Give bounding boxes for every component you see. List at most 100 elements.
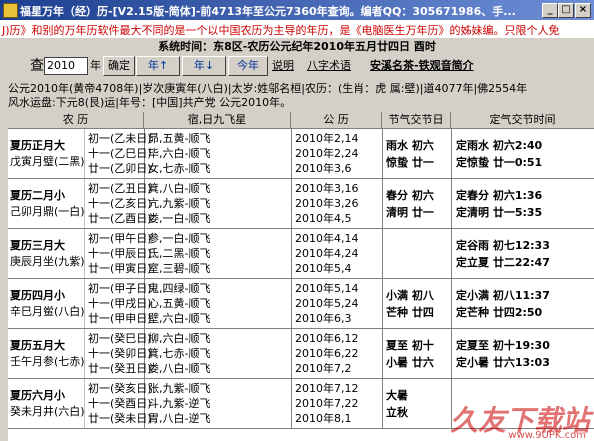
gregorian-date: 2010年3,26 — [295, 197, 359, 210]
solar-term: 惊蛰 廿一 — [386, 156, 434, 169]
system-time: 系统时间：东8区-农历公元纪年2010年五月廿四日 酉时 — [158, 40, 436, 53]
column-divider — [382, 179, 383, 228]
header-mansion: 宿,日九飞星 — [144, 112, 291, 129]
confirm-button[interactable]: 确定 — [103, 56, 135, 76]
column-divider — [84, 179, 85, 228]
month-ganzhi: 壬午月参(七赤) — [10, 355, 85, 368]
header-lunar: 农 历 — [8, 112, 144, 129]
gregorian-date: 2010年6,3 — [295, 312, 352, 325]
mansion-star: 亢,九紫-顺飞 — [148, 197, 211, 210]
month-ganzhi: 辛巳月鲎(八白) — [10, 305, 85, 318]
gregorian-date: 2010年6,12 — [295, 332, 359, 345]
maximize-button[interactable]: □ — [558, 3, 574, 18]
mansion-star: 壁,六白-顺飞 — [148, 312, 211, 325]
month-ganzhi: 庚辰月坐(九紫) — [10, 255, 85, 268]
solar-term: 清明 廿一 — [386, 206, 434, 219]
column-divider — [451, 229, 452, 278]
gregorian-date: 2010年7,22 — [295, 397, 359, 410]
lunar-day[interactable]: 十一(癸酉日) — [88, 397, 152, 410]
year-input[interactable]: 2010 — [44, 57, 88, 75]
lunar-day[interactable]: 初一(甲午日) — [88, 232, 152, 245]
month-ganzhi: 癸未月井(六白) — [10, 405, 85, 418]
solar-term: 小满 初八 — [386, 289, 434, 302]
lunar-day[interactable]: 十一(乙亥日) — [88, 197, 152, 210]
lunar-day[interactable]: 初一(癸巳日) — [88, 332, 152, 345]
gregorian-date: 2010年2,14 — [295, 132, 359, 145]
year-unit-label: 年 — [90, 59, 101, 72]
header-gregorian: 公 历 — [291, 112, 382, 129]
mansion-star: 娄,一白-顺飞 — [148, 212, 211, 225]
lunar-day[interactable]: 廿一(乙酉日) — [88, 212, 152, 225]
mansion-star: 张,九紫-顺飞 — [148, 382, 211, 395]
lunar-day[interactable]: 初一(癸亥日) — [88, 382, 152, 395]
year-down-button[interactable]: 年↓ — [182, 56, 226, 76]
column-divider — [451, 329, 452, 378]
solar-term: 雨水 初六 — [386, 139, 434, 152]
term-time: 定立夏 廿二22:47 — [456, 256, 550, 269]
year-up-button[interactable]: 年↑ — [136, 56, 180, 76]
term-time: 定小满 初八11:37 — [456, 289, 550, 302]
column-divider — [451, 129, 452, 178]
lunar-day[interactable]: 十一(甲辰日) — [88, 247, 152, 260]
gregorian-date: 2010年6,22 — [295, 347, 359, 360]
solar-term: 夏至 初十 — [386, 339, 434, 352]
month-group: 夏历正月大戊寅月璧(二黑) 初一(乙未日) 昴,五黄-顺飞 2010年2,14 十一(乙… — [8, 129, 594, 179]
term-time: 定夏至 初十19:30 — [456, 339, 550, 352]
column-divider — [84, 279, 85, 328]
mansion-star: 斗,九紫-逆飞 — [148, 397, 211, 410]
mansion-star: 鬼,四绿-顺飞 — [148, 282, 211, 295]
lunar-day[interactable]: 初一(乙未日) — [88, 132, 152, 145]
month-name: 夏历二月小 — [10, 189, 65, 202]
month-ganzhi: 己卯月鼎(一白) — [10, 205, 85, 218]
lunar-day[interactable]: 十一(乙巳日) — [88, 147, 152, 160]
column-divider — [291, 129, 292, 178]
month-ganzhi: 戊寅月璧(二黑) — [10, 155, 85, 168]
window-title: 福星万年（经）历-[V2.15版-简体]-前4713年至公元7360年查询。编者… — [20, 5, 516, 18]
month-name: 夏历正月大 — [10, 139, 65, 152]
column-divider — [291, 379, 292, 428]
mansion-star: 心,五黄-顺飞 — [148, 297, 211, 310]
column-divider — [451, 279, 452, 328]
mansion-star: 参,一白-顺飞 — [148, 232, 211, 245]
term-time: 定小暑 廿六13:03 — [456, 356, 550, 369]
column-divider — [451, 179, 452, 228]
gregorian-date: 2010年5,24 — [295, 297, 359, 310]
mansion-star: 柳,六白-顺飞 — [148, 332, 211, 345]
month-name: 夏历三月大 — [10, 239, 65, 252]
month-group: 夏历二月小 己卯月鼎(一白) 初一(乙丑日) 箕,八白-顺飞 2010年3,16 十一(乙… — [8, 179, 594, 229]
tea-intro-link[interactable]: 安溪名茶-铁观音简介 — [370, 58, 474, 74]
header-term-time: 定气交节时间 — [451, 112, 594, 129]
term-time: 定清明 廿一5:35 — [456, 206, 543, 219]
lunar-day[interactable]: 初一(甲子日) — [88, 282, 152, 295]
mansion-star: 女,七赤-顺飞 — [148, 162, 211, 175]
column-divider — [382, 329, 383, 378]
lunar-day[interactable]: 十一(甲戌日) — [88, 297, 152, 310]
gregorian-date: 2010年3,16 — [295, 182, 359, 195]
this-year-button[interactable]: 今年 — [228, 56, 268, 76]
lunar-day[interactable]: 廿一(癸丑日) — [88, 362, 152, 375]
term-time: 定芒种 廿四2:50 — [456, 306, 543, 319]
close-button[interactable]: × — [575, 3, 591, 18]
column-divider — [291, 229, 292, 278]
lunar-day[interactable]: 廿一(乙卯日) — [88, 162, 152, 175]
month-group: 夏历三月大 庚辰月坐(九紫) 初一(甲午日) 参,一白-顺飞 2010年4,14 十一(甲… — [8, 229, 594, 279]
gregorian-date: 2010年7,12 — [295, 382, 359, 395]
toolbar: 查 2010 年 确定 年↑ 年↓ 今年 说明 八字术语 安溪名茶-铁观音简介 — [0, 55, 594, 79]
lunar-day[interactable]: 初一(乙丑日) — [88, 182, 152, 195]
mansion-star: 昴,五黄-顺飞 — [148, 132, 211, 145]
explain-link[interactable]: 说明 — [272, 58, 294, 74]
lunar-day[interactable]: 廿一(甲寅日) — [88, 262, 152, 275]
bazi-terms-link[interactable]: 八字术语 — [307, 58, 351, 74]
lunar-day[interactable]: 十一(癸卯日) — [88, 347, 152, 360]
column-divider — [382, 379, 383, 428]
lunar-day[interactable]: 廿一(癸未日) — [88, 412, 152, 425]
year-info-line2: 风水运盘:下元8(艮)运|年号：[中国]共产党 公元2010年。 — [8, 96, 292, 109]
minimize-button[interactable]: _ — [542, 3, 558, 18]
lunar-day[interactable]: 廿一(甲申日) — [88, 312, 152, 325]
app-icon — [3, 3, 18, 18]
column-divider — [84, 229, 85, 278]
solar-term: 立秋 — [386, 406, 408, 419]
mansion-star: 箕,七赤-顺飞 — [148, 347, 211, 360]
mansion-star: 娄,八白-顺飞 — [148, 362, 211, 375]
solar-term: 芒种 廿四 — [386, 306, 434, 319]
